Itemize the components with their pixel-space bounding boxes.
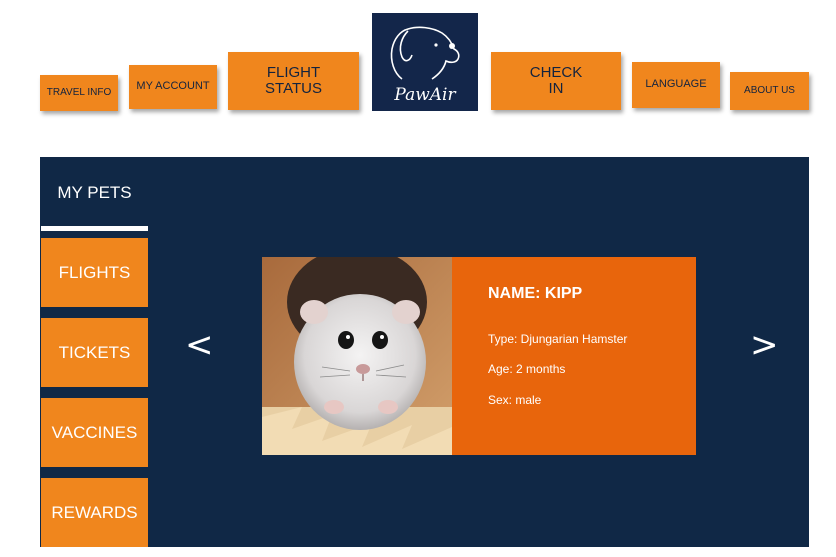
nav-my-account-label: MY ACCOUNT [136, 80, 210, 93]
pet-name: NAME: KIPP [488, 285, 583, 302]
carousel-prev-button[interactable]: < [185, 325, 214, 365]
nav-flight-status-label: FLIGHT STATUS [265, 64, 322, 97]
chevron-right-icon: > [750, 325, 779, 365]
sidebar-item-label: MY PETS [57, 183, 132, 202]
chevron-left-icon: < [185, 325, 214, 365]
hamster-photo [262, 257, 452, 455]
logo-text: PawAir [394, 85, 456, 105]
pet-type: Type: Djungarian Hamster [488, 332, 628, 346]
sidebar-item-label: REWARDS [51, 502, 138, 522]
nav-check-in[interactable]: CHECK IN [491, 52, 621, 110]
carousel-next-button[interactable]: > [750, 325, 779, 365]
sidebar-item-flights[interactable]: FLIGHTS [41, 238, 148, 307]
sidebar-item-rewards[interactable]: REWARDS [41, 478, 148, 547]
nav-language[interactable]: LANGUAGE [632, 62, 720, 108]
sidebar-item-tickets[interactable]: TICKETS [41, 318, 148, 387]
pet-info: NAME: KIPP Type: Djungarian Hamster Age:… [452, 257, 696, 455]
nav-about-us-label: ABOUT US [744, 84, 795, 96]
nav-language-label: LANGUAGE [645, 78, 707, 91]
pet-age: Age: 2 months [488, 362, 566, 376]
sidebar-item-vaccines[interactable]: VACCINES [41, 398, 148, 467]
sidebar-item-label: TICKETS [58, 342, 131, 362]
pet-card: NAME: KIPP Type: Djungarian Hamster Age:… [262, 257, 696, 455]
pawair-logo[interactable]: PawAir [372, 13, 478, 111]
sidebar-item-label: VACCINES [51, 422, 138, 442]
nav-flight-status[interactable]: FLIGHT STATUS [228, 52, 359, 110]
nav-check-in-label: CHECK IN [529, 64, 583, 97]
nav-about-us[interactable]: ABOUT US [730, 72, 809, 110]
pet-photo [262, 257, 452, 455]
pet-sex: Sex: male [488, 393, 542, 407]
nav-travel-info[interactable]: TRAVEL INFO [40, 75, 118, 111]
sidebar-item-label: FLIGHTS [58, 262, 131, 282]
nav-travel-info-label: TRAVEL INFO [46, 86, 112, 98]
nav-my-account[interactable]: MY ACCOUNT [129, 65, 217, 109]
sidebar-item-my-pets[interactable]: MY PETS [41, 160, 148, 231]
